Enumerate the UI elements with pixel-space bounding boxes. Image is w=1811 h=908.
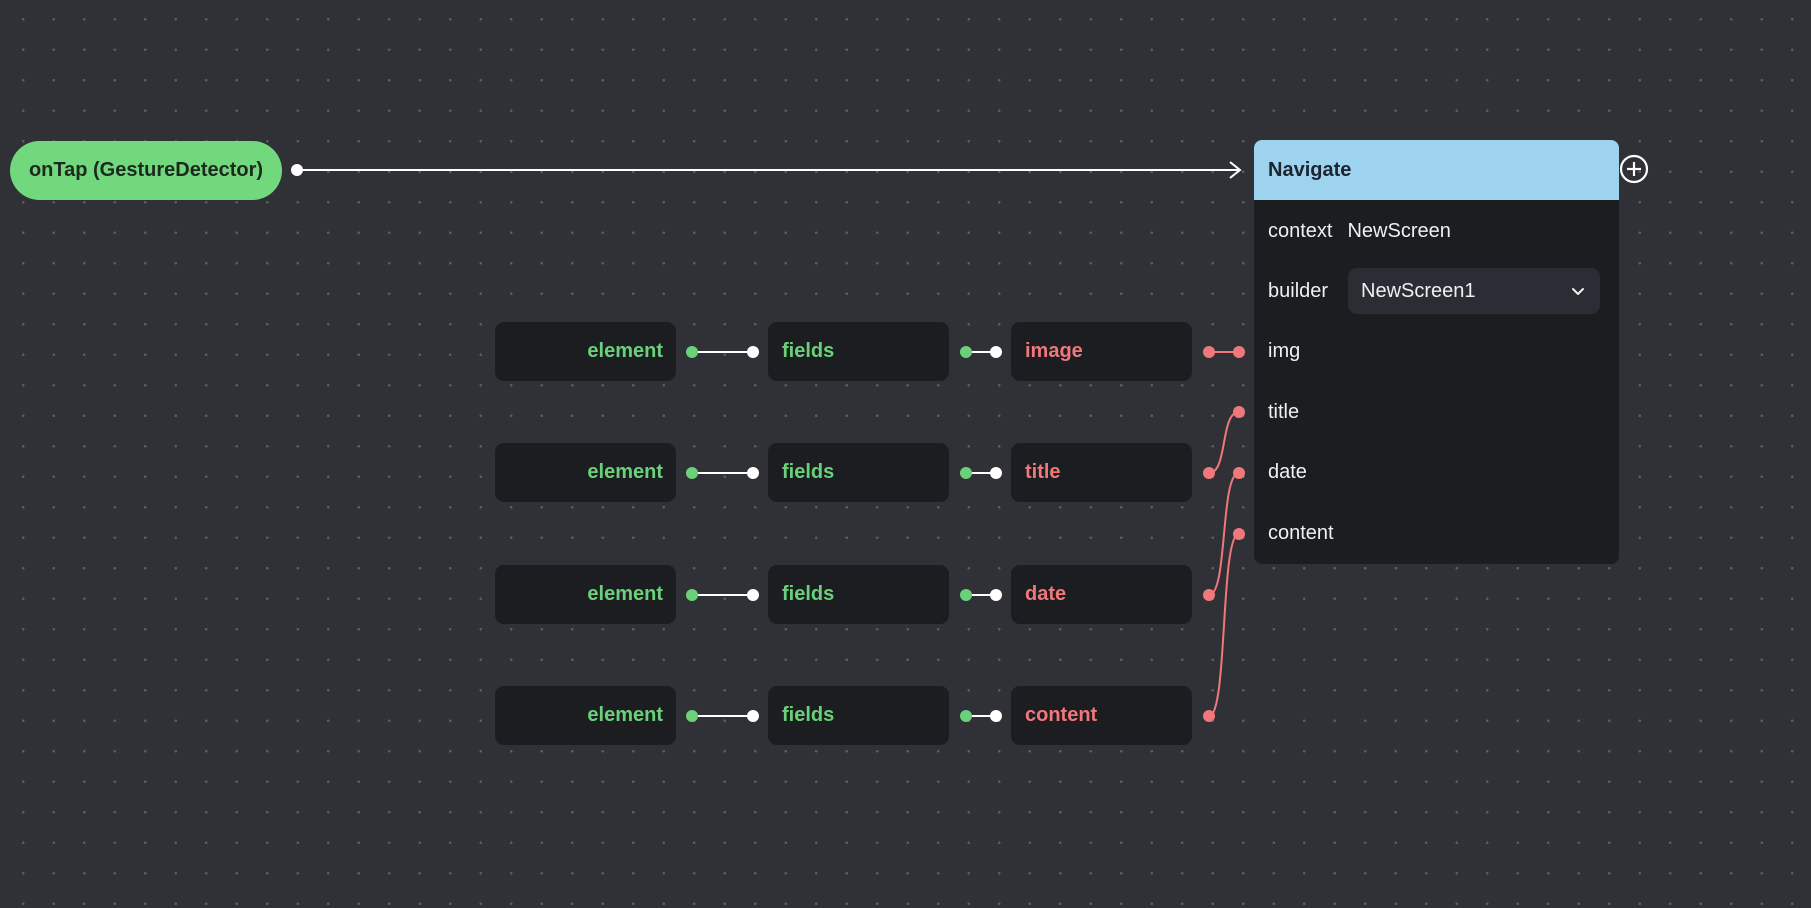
chevron-down-icon xyxy=(1572,288,1584,295)
port-fields-out-3[interactable] xyxy=(960,589,972,601)
port-date-out[interactable] xyxy=(1203,589,1215,601)
port-content-out[interactable] xyxy=(1203,710,1215,722)
trigger-output-port[interactable] xyxy=(291,164,303,176)
port-fields-out-1[interactable] xyxy=(960,346,972,358)
field-node-content[interactable]: content xyxy=(1011,686,1192,745)
context-label: context xyxy=(1268,220,1333,242)
fields-node[interactable]: fields xyxy=(768,565,949,624)
port-field-in-4[interactable] xyxy=(990,710,1002,722)
context-row: context NewScreen xyxy=(1268,220,1451,243)
param-title: title xyxy=(1268,401,1299,424)
fields-node[interactable]: fields xyxy=(768,443,949,502)
element-node[interactable]: element xyxy=(495,322,676,381)
param-content: content xyxy=(1268,522,1334,545)
port-fields-in-1[interactable] xyxy=(747,346,759,358)
port-fields-in-3[interactable] xyxy=(747,589,759,601)
element-node[interactable]: element xyxy=(495,686,676,745)
element-label: element xyxy=(587,704,663,726)
element-label: element xyxy=(587,583,663,605)
navigate-title: Navigate xyxy=(1268,158,1352,181)
field-label: image xyxy=(1025,340,1083,362)
add-circle-icon[interactable] xyxy=(1619,154,1649,184)
fields-label: fields xyxy=(782,704,835,726)
element-label: element xyxy=(587,340,663,362)
fields-node[interactable]: fields xyxy=(768,686,949,745)
fields-label: fields xyxy=(782,461,835,483)
port-element-out-3[interactable] xyxy=(686,589,698,601)
port-image-out[interactable] xyxy=(1203,346,1215,358)
element-node[interactable]: element xyxy=(495,443,676,502)
port-date-in[interactable] xyxy=(1233,467,1245,479)
trigger-node[interactable]: onTap (GestureDetector) xyxy=(10,141,282,200)
builder-row: builder xyxy=(1268,280,1328,303)
field-node-title[interactable]: title xyxy=(1011,443,1192,502)
param-label: content xyxy=(1268,522,1334,544)
param-date: date xyxy=(1268,461,1307,484)
port-field-in-3[interactable] xyxy=(990,589,1002,601)
field-label: title xyxy=(1025,461,1061,483)
param-label: img xyxy=(1268,340,1301,362)
fields-label: fields xyxy=(782,340,835,362)
param-label: title xyxy=(1268,401,1300,423)
port-img-in[interactable] xyxy=(1233,346,1245,358)
field-label: content xyxy=(1025,704,1098,726)
port-content-in[interactable] xyxy=(1233,528,1245,540)
navigate-header[interactable]: Navigate xyxy=(1254,140,1619,200)
builder-selected-value: NewScreen1 xyxy=(1361,279,1476,302)
wire-content-to-content xyxy=(1208,533,1240,717)
field-node-date[interactable]: date xyxy=(1011,565,1192,624)
port-element-out-2[interactable] xyxy=(686,467,698,479)
builder-dropdown[interactable]: NewScreen1 xyxy=(1348,268,1600,314)
fields-node[interactable]: fields xyxy=(768,322,949,381)
builder-label: builder xyxy=(1268,280,1329,302)
port-fields-in-2[interactable] xyxy=(747,467,759,479)
param-img: img xyxy=(1268,340,1300,363)
port-element-out-4[interactable] xyxy=(686,710,698,722)
port-fields-out-4[interactable] xyxy=(960,710,972,722)
context-value: NewScreen xyxy=(1347,220,1451,242)
navigate-node[interactable]: Navigate context NewScreen builder NewSc… xyxy=(1254,140,1619,564)
port-title-out[interactable] xyxy=(1203,467,1215,479)
field-node-image[interactable]: image xyxy=(1011,322,1192,381)
port-field-in-2[interactable] xyxy=(990,467,1002,479)
param-label: date xyxy=(1268,461,1307,483)
port-fields-out-2[interactable] xyxy=(960,467,972,479)
port-field-in-1[interactable] xyxy=(990,346,1002,358)
port-fields-in-4[interactable] xyxy=(747,710,759,722)
fields-label: fields xyxy=(782,583,835,605)
element-node[interactable]: element xyxy=(495,565,676,624)
port-element-out-1[interactable] xyxy=(686,346,698,358)
field-label: date xyxy=(1025,583,1067,605)
trigger-label: onTap (GestureDetector) xyxy=(28,159,264,181)
port-title-in[interactable] xyxy=(1233,406,1245,418)
wire-title-to-title xyxy=(1208,411,1240,474)
element-label: element xyxy=(587,461,663,483)
